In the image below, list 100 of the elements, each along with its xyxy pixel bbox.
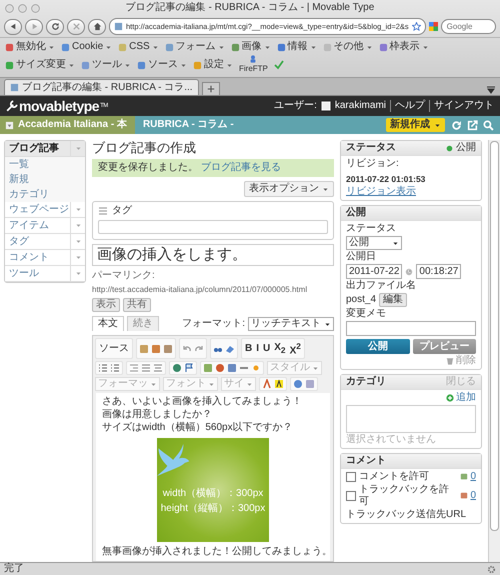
list-icon[interactable] [110,363,120,374]
revision-link[interactable]: リビジョン表示 [346,186,476,198]
tab-list-icon[interactable] [486,85,496,95]
checkbox[interactable] [346,472,356,482]
format-button[interactable]: X$_{2}$ [273,342,287,356]
header-link[interactable]: サインアウト [429,100,494,112]
header-link[interactable]: ヘルプ [390,100,425,112]
sidebar-item[interactable]: ツール [5,266,85,282]
sidebar-item[interactable]: ウェブページ [5,202,85,218]
format-button[interactable]: B [244,342,254,355]
scrollbar[interactable] [488,140,500,562]
wrench-icon [6,100,18,112]
sidebar-item[interactable]: コメント [5,250,85,266]
browser-tab[interactable]: ブログ記事の編集 - RUBRICA - コラ... [4,79,199,95]
menu-square-icon [5,120,14,130]
caret-icon [74,222,82,229]
sidebar-subitem[interactable]: 新規 [5,172,85,187]
caret-icon [366,44,373,50]
sidebar-item[interactable]: タグ [5,234,85,250]
toolbar-menu-button[interactable]: 設定 [193,58,233,72]
align-icon[interactable] [141,363,151,374]
format-label: フォーマット: [182,318,245,330]
redo-icon[interactable] [194,344,204,354]
toolbar-menu-button[interactable]: 情報 [276,40,317,54]
stop-button[interactable] [67,18,85,34]
format-select[interactable]: リッチテキスト [248,317,334,331]
sidebar-item[interactable]: アイテム [5,218,85,234]
reload-icon [50,22,60,31]
sidebar-subitem[interactable]: 一覧 [5,157,85,172]
add-link[interactable]: 追加 [456,392,476,404]
caret-icon [208,380,215,388]
square-icon [230,42,240,52]
toolbar-menu-button[interactable]: 無効化 [5,40,55,54]
sidebar-subitem[interactable]: カテゴリ [5,187,85,202]
toolbar-menu-button[interactable]: ソース [137,58,187,72]
highlight-icon[interactable] [274,379,284,390]
ftp-button[interactable]: FireFTP [239,55,268,75]
tag-field[interactable] [98,220,328,234]
image-caption: width（横幅）：300px [162,488,264,500]
new-tab-button[interactable] [202,82,220,95]
editor-tab[interactable]: 本文 [92,316,124,331]
indent-icon[interactable] [129,363,139,374]
format-button[interactable]: I [255,342,260,355]
add-icon [446,394,454,402]
list-icon[interactable] [98,363,108,374]
toolbar-menu-button[interactable]: その他 [322,40,373,54]
permalink-button[interactable]: 共有 [123,298,151,312]
caret-icon [124,62,131,68]
check-icon[interactable] [274,60,284,70]
sidebar-item[interactable]: ブログ記事 [5,141,85,157]
search-icon[interactable] [483,120,494,130]
align-icon[interactable] [153,363,163,374]
checkbox[interactable] [346,491,356,501]
square-icon [322,42,332,52]
date-field[interactable]: 2011-07-22 [346,264,402,279]
time-field[interactable]: 00:18:27 [416,264,462,279]
refresh-icon[interactable] [451,120,462,130]
toolbar-menu-button[interactable]: ツール [81,58,131,72]
toolbar-menu-button[interactable]: CSS [118,40,159,54]
status-select[interactable]: 公開 [346,236,402,250]
caret-icon [226,62,233,68]
caret-icon [74,254,82,261]
circle-icon[interactable] [215,363,225,374]
format-button[interactable]: X$^{2}$ [288,340,302,358]
new-button[interactable]: 新規作成 [386,118,445,132]
search-engine-icon[interactable] [428,22,438,31]
toolbar-menu-button[interactable]: Cookie [61,40,112,54]
message-link[interactable]: ブログ記事を見る [200,162,281,173]
toolbar-menu-button[interactable]: 枠表示 [378,40,429,54]
body-text: さあ、いよいよ画像を挿入してみましょう！ [102,396,303,408]
drag-handle-icon[interactable] [98,206,108,216]
permalink-button[interactable]: 表示 [92,298,120,312]
forward-icon [30,22,38,31]
image-caption: height（縦幅）：300px [160,503,266,516]
format-button[interactable]: U [262,342,272,355]
widget-title: コメント [346,455,386,467]
toolbar-menu-button[interactable]: フォーム [164,40,225,54]
flag-icon[interactable] [184,363,194,374]
search-field[interactable]: Google [440,19,496,34]
eraser-icon[interactable] [225,344,235,354]
count-link[interactable]: 0 [470,490,476,502]
window-title: ブログ記事の編集 - RUBRICA - コラム - | Movable Type [124,2,376,14]
home-button[interactable] [88,18,106,34]
caret-icon [105,44,112,50]
display-options-button[interactable]: 表示オプション [244,181,334,197]
back-button[interactable] [4,18,22,34]
forward-button[interactable] [25,18,43,34]
count-link[interactable]: 0 [470,471,476,483]
edit-button[interactable]: 編集 [379,293,408,307]
reload-button[interactable] [46,18,64,34]
text-color-icon[interactable] [262,379,272,390]
toolbar-menu-button[interactable]: サイズ変更 [5,58,75,72]
status-text: 完了 [4,563,24,575]
toolbar-menu-button[interactable]: 画像 [230,40,271,54]
editor-body[interactable]: さあ、いよいよ画像を挿入してみましょう！ 画像は用意しましたか？ サイズはwidth（横幅）560px以下ですか？ width（横幅）：300px height（縦幅）：300px 無事画像が挿入されました！公開してみましょう。 [96,393,330,562]
undo-icon[interactable] [182,344,192,354]
title-field[interactable]: 画像の挿入をします。 [92,244,334,266]
publish-button[interactable]: 公開 [346,339,410,354]
external-link-icon[interactable] [467,120,478,130]
memo-field[interactable] [346,321,476,336]
